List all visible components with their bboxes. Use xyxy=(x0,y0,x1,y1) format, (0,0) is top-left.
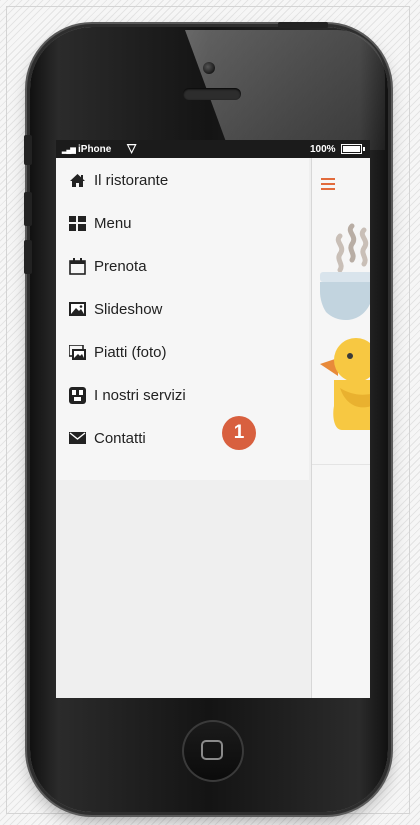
step-number-badge: 1 xyxy=(222,416,256,450)
mute-switch xyxy=(24,135,32,165)
calendar-icon xyxy=(68,257,86,275)
menu-item-label: Contatti xyxy=(94,429,146,447)
menu-item-contatti[interactable]: Contatti xyxy=(68,426,146,450)
menu-item-label: I nostri servizi xyxy=(94,386,186,404)
menu-item-i-nostri-servizi[interactable]: I nostri servizi xyxy=(68,383,186,407)
home-button-icon xyxy=(201,740,223,760)
signal-icon: ▂▄▆ xyxy=(62,147,76,154)
earpiece-speaker xyxy=(183,88,241,100)
menu-item-label: Il ristorante xyxy=(94,171,169,189)
power-button xyxy=(278,22,328,28)
menu-item-slideshow[interactable]: Slideshow xyxy=(68,297,162,321)
soup-bowl-icon xyxy=(320,223,370,320)
side-menu: Il ristorante Menu Prenota Slideshow Pia… xyxy=(56,158,309,480)
hamburger-menu-icon[interactable] xyxy=(321,178,335,193)
battery-percentage: 100% xyxy=(310,144,336,155)
content-divider xyxy=(312,464,370,465)
menu-item-label: Menu xyxy=(94,214,132,232)
main-content-peek xyxy=(311,158,370,698)
front-camera xyxy=(203,62,215,74)
status-bar: ▂▄▆ iPhone ▽ 100% xyxy=(56,140,370,158)
grid-icon xyxy=(68,214,86,232)
wifi-icon: ▽ xyxy=(127,141,137,155)
carrier-label: iPhone xyxy=(78,144,112,155)
menu-item-label: Piatti (foto) xyxy=(94,343,167,361)
menu-item-prenota[interactable]: Prenota xyxy=(68,254,147,278)
menu-item-label: Slideshow xyxy=(94,300,163,318)
battery-icon xyxy=(341,144,365,154)
duck-icon xyxy=(320,338,370,430)
menu-item-label: Prenota xyxy=(94,257,147,275)
menu-item-il-ristorante[interactable]: Il ristorante xyxy=(68,168,168,192)
home-icon xyxy=(68,171,86,189)
envelope-icon xyxy=(68,429,86,447)
menu-item-menu[interactable]: Menu xyxy=(68,211,132,235)
photos-icon xyxy=(68,343,86,361)
volume-down-button xyxy=(24,240,32,274)
volume-up-button xyxy=(24,192,32,226)
menu-item-piatti-foto[interactable]: Piatti (foto) xyxy=(68,340,167,364)
phone-screen: ▂▄▆ iPhone ▽ 100% Il ristorante Menu Pre… xyxy=(56,140,370,698)
services-icon xyxy=(68,386,86,404)
image-icon xyxy=(68,300,86,318)
